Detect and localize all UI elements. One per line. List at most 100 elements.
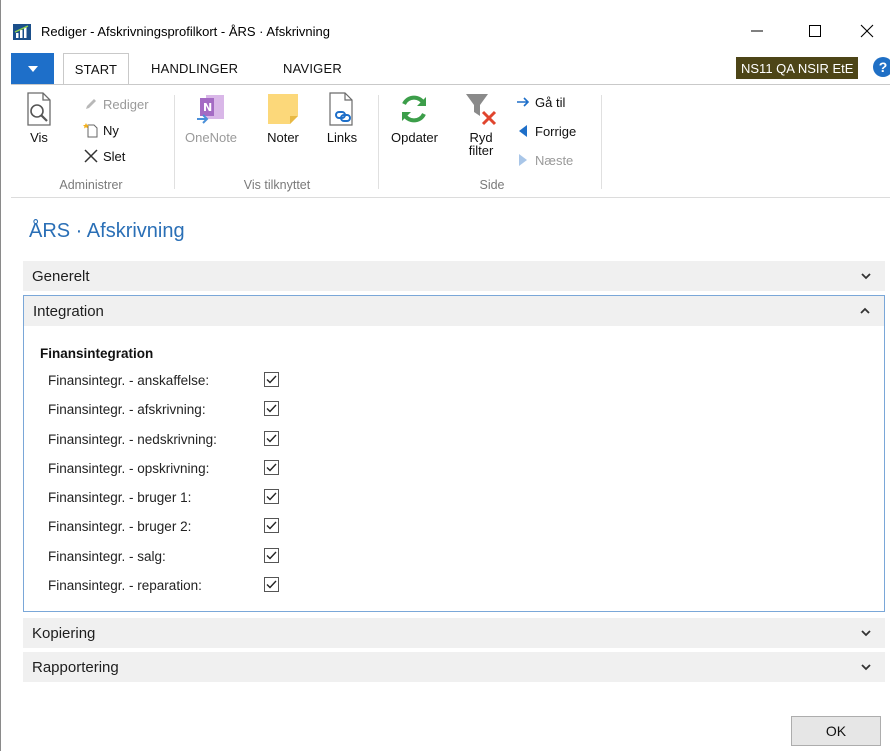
- field-label: Finansintegr. - afskrivning:: [48, 401, 206, 417]
- field-label: Finansintegr. - anskaffelse:: [48, 372, 210, 388]
- links-label: Links: [326, 130, 358, 145]
- nedskrivning-checkbox[interactable]: [264, 431, 279, 446]
- maximize-icon: [809, 25, 821, 37]
- group-separator: [378, 95, 379, 189]
- group-side: Opdater Ryd filter Gå til Forrige Næste …: [381, 85, 603, 198]
- app-menu-button[interactable]: [11, 53, 54, 84]
- bruger-1-checkbox[interactable]: [264, 489, 279, 504]
- fasttab-rapportering-label: Rapportering: [32, 658, 119, 676]
- salg-checkbox[interactable]: [264, 548, 279, 563]
- reparation-checkbox[interactable]: [264, 577, 279, 592]
- slet-button[interactable]: Slet: [83, 145, 125, 167]
- group-vis-tilknyttet: N OneNote Noter Links Vis tilknyttet: [177, 85, 377, 198]
- anskaffelse-checkbox[interactable]: [264, 372, 279, 387]
- title-bar: Rediger - Afskrivningsprofilkort - ÅRS ·…: [1, 15, 890, 47]
- close-button[interactable]: [844, 15, 890, 47]
- group-label-administrer: Administrer: [59, 178, 123, 192]
- field-label: Finansintegr. - nedskrivning:: [48, 431, 217, 447]
- opdater-label: Opdater: [391, 130, 438, 145]
- app-window: Rediger - Afskrivningsprofilkort - ÅRS ·…: [0, 0, 890, 751]
- group-separator: [601, 95, 602, 189]
- company-badge: NS11 QA NSIR EtE: [736, 57, 859, 79]
- afskrivning-checkbox[interactable]: [264, 401, 279, 416]
- fasttab-kopiering-label: Kopiering: [32, 624, 96, 642]
- triangle-left-icon: [515, 123, 531, 139]
- ribbon-tab-strip: START HANDLINGER NAVIGER NS11 QA NSIR Et…: [11, 53, 890, 85]
- window-title: Rediger - Afskrivningsprofilkort - ÅRS ·…: [41, 24, 330, 39]
- opdater-button[interactable]: Opdater: [391, 91, 438, 144]
- fasttab-integration-panel: Integration Finansintegration Finansinte…: [23, 295, 885, 612]
- close-icon: [860, 24, 874, 38]
- fasttab-kopiering[interactable]: Kopiering: [23, 618, 885, 648]
- field-opskrivning: Finansintegr. - opskrivning:: [48, 458, 308, 478]
- chevron-down-icon: [861, 664, 871, 671]
- tab-handlinger[interactable]: HANDLINGER: [141, 53, 248, 84]
- onenote-icon: N: [193, 91, 229, 127]
- tab-naviger[interactable]: NAVIGER: [273, 53, 352, 84]
- naeste-label: Næste: [535, 152, 574, 168]
- field-anskaffelse: Finansintegr. - anskaffelse:: [48, 370, 308, 390]
- svg-text:N: N: [203, 101, 212, 114]
- forrige-label: Forrige: [535, 123, 577, 139]
- noter-label: Noter: [267, 130, 299, 145]
- finansintegration-heading: Finansintegration: [40, 346, 154, 361]
- group-administrer: Vis Rediger Ny Slet Administrer: [11, 85, 171, 198]
- dropdown-arrow-icon: [27, 65, 38, 72]
- group-separator: [174, 95, 175, 189]
- vis-button[interactable]: Vis: [21, 91, 57, 144]
- naeste-button[interactable]: Næste: [515, 149, 573, 171]
- ok-button[interactable]: OK: [791, 716, 881, 746]
- arrow-right-icon: [515, 94, 531, 110]
- field-salg: Finansintegr. - salg:: [48, 546, 308, 566]
- ga-til-label: Gå til: [535, 94, 566, 110]
- note-icon: [265, 91, 301, 127]
- ryd-filter-label-line2: filter: [468, 143, 494, 158]
- rediger-button[interactable]: Rediger: [83, 93, 149, 115]
- ny-button[interactable]: Ny: [83, 119, 119, 141]
- field-afskrivning: Finansintegr. - afskrivning:: [48, 399, 308, 419]
- forrige-button[interactable]: Forrige: [515, 120, 576, 142]
- fasttab-integration-label: Integration: [33, 302, 104, 320]
- pencil-icon: [83, 96, 99, 112]
- field-nedskrivning: Finansintegr. - nedskrivning:: [48, 429, 308, 449]
- onenote-label: OneNote: [185, 130, 238, 145]
- maximize-button[interactable]: [792, 15, 838, 47]
- field-bruger-2: Finansintegr. - bruger 2:: [48, 516, 308, 536]
- ribbon: Vis Rediger Ny Slet Administrer N OneNot…: [11, 84, 890, 198]
- minimize-icon: [751, 30, 763, 32]
- refresh-icon: [396, 91, 432, 127]
- link-document-icon: [324, 91, 360, 127]
- group-label-side: Side: [479, 178, 505, 192]
- fasttab-integration[interactable]: Integration: [24, 296, 884, 326]
- ga-til-button[interactable]: Gå til: [515, 91, 565, 113]
- triangle-right-icon: [515, 152, 531, 168]
- clear-filter-icon: [463, 91, 499, 127]
- fasttab-generelt[interactable]: Generelt: [23, 261, 885, 291]
- checkmark-icon: [266, 521, 277, 530]
- page-title: ÅRS · Afskrivning: [29, 220, 185, 242]
- links-button[interactable]: Links: [324, 91, 360, 144]
- ryd-filter-button[interactable]: Ryd filter: [463, 91, 499, 157]
- chevron-down-icon: [861, 273, 871, 280]
- checkmark-icon: [266, 492, 277, 501]
- delete-x-icon: [83, 148, 99, 164]
- field-label: Finansintegr. - reparation:: [48, 577, 202, 593]
- fasttab-rapportering[interactable]: Rapportering: [23, 652, 885, 682]
- tab-start[interactable]: START: [63, 53, 129, 85]
- onenote-button[interactable]: N OneNote: [185, 91, 237, 144]
- bruger-2-checkbox[interactable]: [264, 518, 279, 533]
- checkmark-icon: [266, 551, 277, 560]
- noter-button[interactable]: Noter: [265, 91, 301, 144]
- checkmark-icon: [266, 580, 277, 589]
- group-label-vis-tilknyttet: Vis tilknyttet: [243, 178, 311, 192]
- chevron-down-icon: [861, 630, 871, 637]
- vis-label: Vis: [30, 130, 48, 145]
- chevron-up-icon: [860, 307, 870, 314]
- ny-label: Ny: [103, 122, 119, 138]
- field-label: Finansintegr. - salg:: [48, 548, 166, 564]
- minimize-button[interactable]: [734, 15, 780, 47]
- app-icon: [13, 24, 31, 40]
- field-label: Finansintegr. - bruger 2:: [48, 518, 192, 534]
- help-icon[interactable]: ?: [873, 57, 890, 77]
- opskrivning-checkbox[interactable]: [264, 460, 279, 475]
